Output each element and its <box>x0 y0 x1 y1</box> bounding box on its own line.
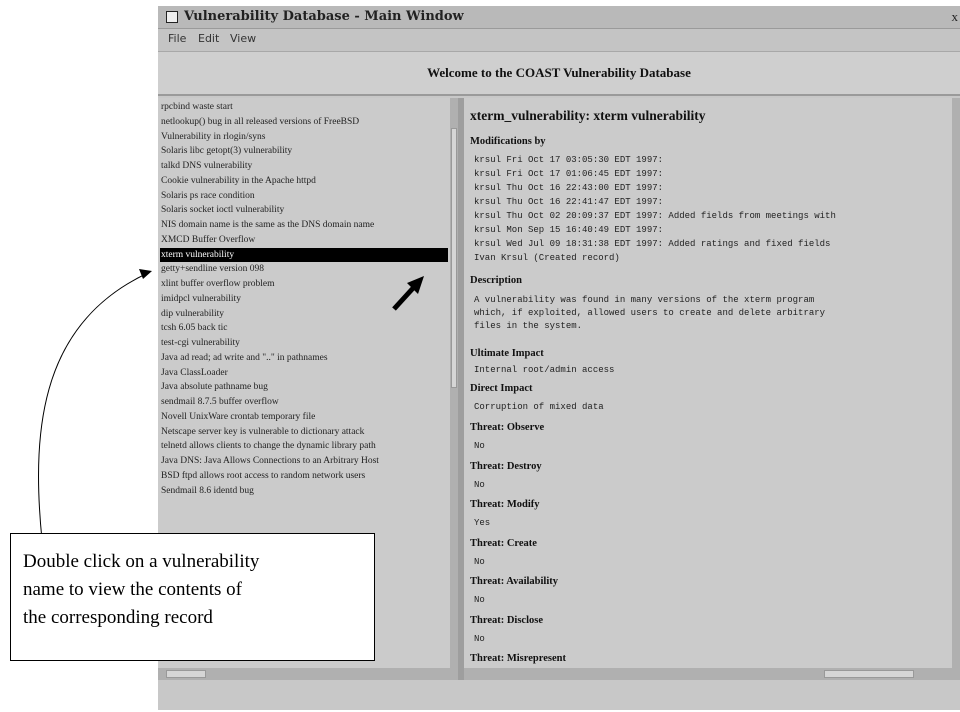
leader-arrowhead-icon <box>139 269 152 279</box>
pointer-arrow-shaft <box>392 284 417 311</box>
instruction-callout: Double click on a vulnerability name to … <box>10 533 375 661</box>
callout-line: the corresponding record <box>23 607 213 628</box>
callout-line: Double click on a vulnerability <box>23 551 260 572</box>
callout-line: name to view the contents of <box>23 579 242 600</box>
callout-leader-line <box>38 271 151 541</box>
